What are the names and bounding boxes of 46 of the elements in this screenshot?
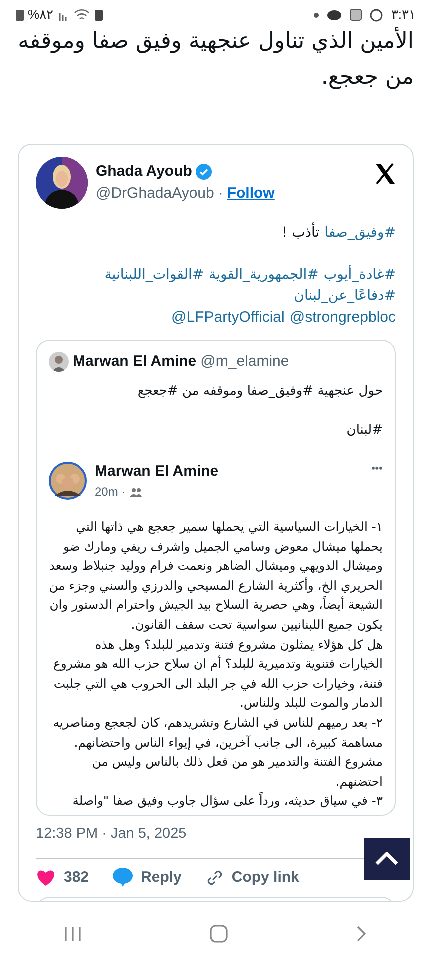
- friends-icon: [130, 488, 142, 496]
- like-link[interactable]: 382: [64, 866, 90, 890]
- hashtag-link[interactable]: #دفاعًا_عن_لبنان: [294, 286, 396, 307]
- battery-icon: [16, 9, 24, 21]
- quoted-author-handle: @m_elamine: [200, 352, 290, 372]
- quoted-author-name: Marwan El Amine: [73, 352, 197, 372]
- follow-link[interactable]: Follow: [227, 183, 275, 206]
- author-handle[interactable]: @DrGhadaAyoub: [96, 183, 214, 206]
- reply-link[interactable]: Reply: [141, 866, 182, 890]
- more-options[interactable]: •••: [371, 460, 383, 477]
- quoted-tweet-card[interactable]: [36, 340, 396, 816]
- clock-time: ٣:٣١: [391, 6, 416, 24]
- heart-icon: [36, 868, 56, 887]
- x-logo-icon[interactable]: [374, 163, 396, 185]
- post-paragraph: ٣- في سياق حديثه، ورداً على سؤال جاوب وفيق صفا "واصلة: [72, 791, 383, 810]
- separator-dot: ·: [218, 184, 224, 204]
- back-icon[interactable]: [356, 925, 368, 943]
- post-paragraph: ٢- بعد رميهم للناس في الشارع وتشريدهم، كان لجعجع ومناصريه مساهمة كبيرة، الى جانب آخرين، في إيواء الناس واحتضانهم. مشروع الفتنة والتدمير هو من فعل ذلك بالناس وليس من احتضنهم.: [52, 714, 383, 791]
- post-paragraph: ١- الخيارات السياسية التي يحملها سمير جعجع هي ذاتها التي يحملها ميشال معوض وسامي الجميل واشرف ريفي ومارك ضو وميشال الدويهي وميشال الضاهر ونعمت فرام ووليد جنبلاط وسعد الحريري الخ، وأكثرية الشارع المسيحي والدرزي والسني وجزء من الشيعة أيضاً، وهي حصرية السلاح بيد الجيش واحترام الدستور وان يكون جميع اللبنانيين سواسية تحت سقف القانون.: [49, 518, 383, 634]
- author-name[interactable]: Ghada Ayoub: [96, 160, 192, 183]
- scroll-top-button[interactable]: [364, 838, 410, 880]
- post-paragraph: هل كل هؤلاء يمثلون مشروع فتنة وتدمير للبلد؟ وهل هذه الخيارات فتنوية وتدميرية للبلد؟ أم ان سلاح حزب الله هو مشروع فتنة، وخيارات حزب الله في جر البلد الى الحروب هي التي جلبت الدمار والموت للبلد وللناس.: [52, 636, 383, 712]
- copy-link[interactable]: Copy link: [232, 866, 300, 890]
- dot-icon: [314, 12, 320, 18]
- battery-level: %٨٢: [28, 6, 54, 24]
- wifi-icon: [74, 9, 90, 21]
- headline: الأمين الذي تناول عنجهية وفيق صفا وموقفه من جعجع.: [17, 26, 415, 92]
- hashtag-link[interactable]: #غادة_أيوب: [324, 265, 396, 286]
- post-author-name: Marwan El Amine: [95, 462, 220, 482]
- recent-apps-icon[interactable]: [64, 926, 82, 942]
- hashtag-link[interactable]: #وفيق_صفا: [324, 223, 396, 244]
- app-icon: [350, 9, 362, 21]
- tweet-text: تأذب !: [282, 223, 320, 244]
- hashtag-link[interactable]: #القوات_اللبنانية: [104, 265, 204, 286]
- hashtag-link[interactable]: #الجمهورية_القوية: [209, 265, 319, 286]
- mention-link[interactable]: @LFPartyOfficial: [172, 307, 285, 328]
- quoted-tweet-text: حول عنجهية #وفيق_صفا وموقفه من #جعجع: [136, 382, 383, 400]
- chevron-up-icon: [375, 852, 399, 866]
- link-icon: [206, 868, 224, 887]
- hashtag-text: #لبنان: [346, 422, 383, 440]
- post-time: 20m ·: [95, 484, 126, 501]
- mention-link[interactable]: @strongrepbloc: [290, 307, 396, 328]
- battery-saver-icon: [94, 9, 104, 21]
- speech-bubble-icon: [113, 868, 134, 888]
- home-icon[interactable]: [210, 925, 228, 943]
- tweet-timestamp: 12:38 PM · Jan 5, 2025: [36, 824, 188, 844]
